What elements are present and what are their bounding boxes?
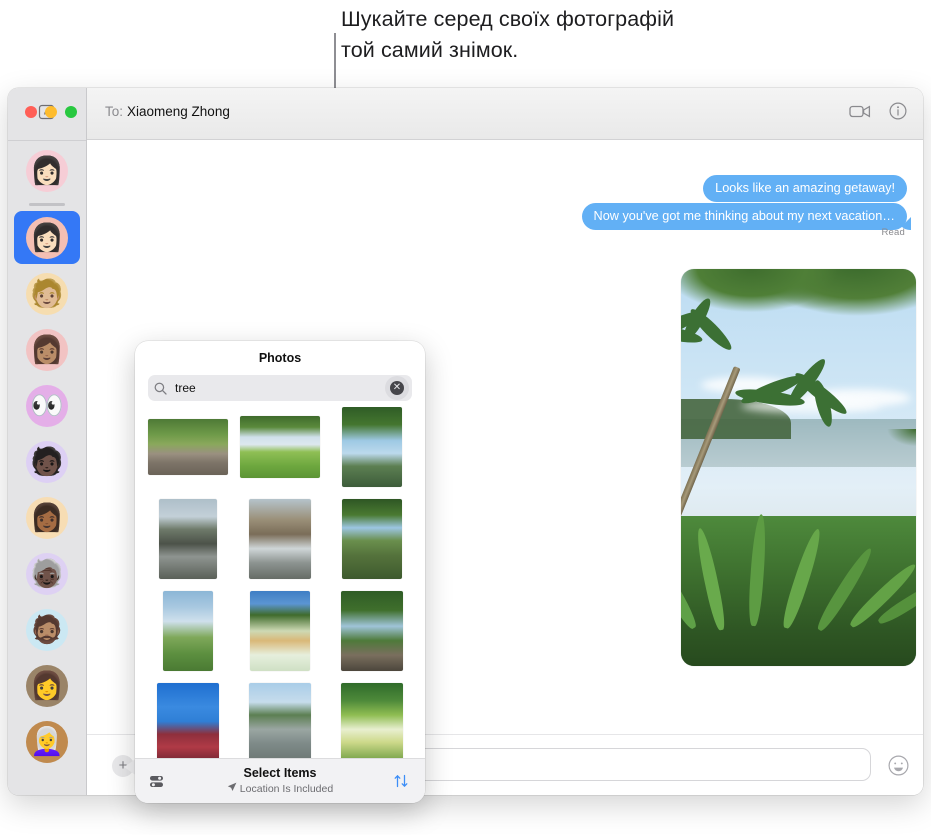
photo-size-icon[interactable] [149,774,167,789]
avatar: 👩🏻 [26,149,68,192]
photos-grid-cell [240,591,320,671]
search-input[interactable] [175,381,390,395]
photos-grid-cell [240,499,320,579]
video-camera-icon[interactable] [849,104,871,119]
avatar: 👩🏻 [26,216,68,259]
photo-dog-in-flowers[interactable] [250,591,310,671]
avatar-face: 🧔🏽 [30,614,64,644]
photos-grid-cell [332,591,412,671]
sidebar-item-conversation-5[interactable]: 👀 [14,379,80,432]
photo-palm-path[interactable] [341,591,403,671]
sidebar-item-conversation-1[interactable]: 👩🏻 [14,144,80,197]
photos-popover: Photos ✕ Select Items [135,341,425,803]
sidebar-item-conversation-9[interactable]: 🧔🏽 [14,603,80,656]
sidebar-item-conversation-2[interactable]: 👩🏻 [14,211,80,264]
photo-rocky-coast-1[interactable] [159,499,217,579]
to-label: To: [105,104,124,119]
callout-line-2: той самий знімок. [341,38,519,62]
photo-white-flower[interactable] [341,683,403,758]
recipient-field[interactable]: To: Xiaomeng Zhong [105,104,230,119]
avatar-face: 👩‍🦳 [30,726,64,756]
avatar-face: 👩🏽 [30,334,64,364]
close-button[interactable] [25,106,37,118]
select-items-label: Select Items [243,765,317,780]
popover-title: Photos [258,351,302,365]
window-titlebar: To: Xiaomeng Zhong [25,88,923,140]
photo-palm-over-water[interactable] [342,407,402,487]
sidebar-conversation-list: 👩🏻 👩🏻 🧑🏼 👩🏽 👀 🧑🏿 👩🏾 🧓🏿 🧔🏽 👩 👩‍🦳 [8,144,86,768]
zoom-button[interactable] [65,106,77,118]
avatar-face: 🧑🏼 [30,278,64,308]
attached-photo-message[interactable] [681,269,916,666]
photos-grid-cell [240,683,320,758]
location-included-label: Location Is Included [239,782,334,795]
traffic-lights [25,106,77,118]
avatar: 🧔🏽 [26,608,68,651]
sidebar-item-conversation-10[interactable]: 👩 [14,659,80,712]
sidebar-item-conversation-4[interactable]: 👩🏽 [14,323,80,376]
photos-grid-row [148,407,412,487]
photos-grid-cell [148,683,228,758]
search-icon [154,382,167,395]
sidebar-item-conversation-6[interactable]: 🧑🏿 [14,435,80,488]
photo-red-leaves-blue-sky[interactable] [157,683,219,758]
avatar: 👩🏾 [26,496,68,539]
photo-rocky-coast-2[interactable] [249,499,311,579]
photo-green-meadow-trees[interactable] [240,416,320,478]
conversations-sidebar: 👩🏻 👩🏻 🧑🏼 👩🏽 👀 🧑🏿 👩🏾 🧓🏿 🧔🏽 👩 👩‍🦳 [8,88,87,795]
avatar-face: 🧓🏿 [30,558,64,588]
photos-grid-row [148,591,412,671]
callout-line-1: Шукайте серед своїх фотографій [341,7,675,31]
clear-circle-icon[interactable]: ✕ [390,381,404,395]
avatar: 🧑🏿 [26,440,68,483]
message-bubble-outgoing[interactable]: Now you've got me thinking about my next… [581,203,907,230]
avatar-face: 👩🏾 [30,502,64,532]
avatar: 🧓🏿 [26,552,68,595]
sidebar-item-conversation-8[interactable]: 🧓🏿 [14,547,80,600]
photos-grid-cell [332,407,412,487]
sort-arrows-icon[interactable] [393,773,411,789]
photos-grid-cell [148,591,228,671]
sidebar-item-conversation-3[interactable]: 🧑🏼 [14,267,80,320]
photos-grid-cell [148,407,228,487]
photos-grid-cell [332,499,412,579]
photo-beach-shore[interactable] [249,683,311,758]
avatar-face: 🧑🏿 [30,446,64,476]
avatar-face: 👩🏻 [30,222,64,252]
photos-grid-row [148,499,412,579]
footer-label-group: Select Items Location Is Included [167,766,393,797]
photos-grid-row [148,683,412,758]
photos-search-field[interactable]: ✕ [148,375,412,401]
sidebar-item-conversation-11[interactable]: 👩‍🦳 [14,715,80,768]
photos-grid-cell [332,683,412,758]
photo-palms-sky[interactable] [163,591,213,671]
info-circle-icon[interactable] [889,102,907,120]
minimize-button[interactable] [45,106,57,118]
avatar: 👩🏽 [26,328,68,371]
sidebar-item-conversation-7[interactable]: 👩🏾 [14,491,80,544]
avatar-face: 👩 [30,670,64,700]
message-bubble-outgoing[interactable]: Looks like an amazing getaway! [703,175,907,202]
photos-grid-cell [148,499,228,579]
titlebar-actions [849,102,907,120]
avatar-face: 👀 [30,390,64,420]
popover-footer: Select Items Location Is Included [135,758,425,803]
message-status-read: Read [881,227,905,238]
avatar: 👩‍🦳 [26,720,68,763]
recipient-name: Xiaomeng Zhong [127,104,230,119]
avatar-face: 👩🏻 [30,155,64,185]
photo-river-jungle[interactable] [342,499,402,579]
location-arrow-icon [227,782,237,796]
location-included-row: Location Is Included [167,782,393,796]
avatar: 👀 [26,384,68,427]
avatar: 👩 [26,664,68,707]
photos-grid-cell [240,407,320,487]
sidebar-drag-handle[interactable] [29,203,65,206]
photo-forest-stream[interactable] [148,419,228,475]
callout-text: Шукайте серед своїх фотографій той самий… [341,0,881,66]
emoji-smiley-icon[interactable] [888,755,909,776]
avatar: 🧑🏼 [26,272,68,315]
photos-grid [135,407,425,758]
